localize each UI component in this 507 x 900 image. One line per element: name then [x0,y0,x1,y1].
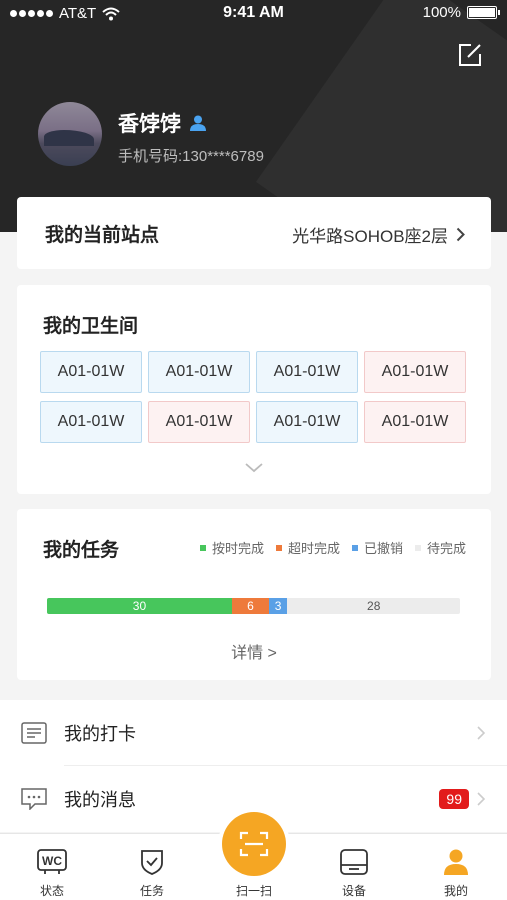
restroom-tag[interactable]: A01-01W [256,351,358,393]
tab-tasks[interactable]: 任务 [112,834,192,900]
scan-icon [239,831,269,857]
wc-icon: WC [37,848,67,876]
tab-status-label: 状态 [39,884,64,898]
legend-label: 待完成 [426,541,466,556]
chevron-right-icon [477,726,485,740]
legend-cancelled: 已撤销 [351,538,403,557]
legend-swatch [414,544,421,551]
restroom-tag[interactable]: A01-01W [148,401,250,443]
checkin-right [477,700,485,766]
task-progress-bar: 30 6 3 28 [47,598,460,614]
station-value-row: 光华路SOHOB座2层 [292,222,465,247]
tab-mine-label: 我的 [443,884,468,898]
svg-text:WC: WC [42,854,62,868]
legend-pending: 待完成 [414,538,466,557]
legend-swatch [351,544,358,551]
checkin-label: 我的打卡 [64,724,136,744]
legend-swatch [199,544,206,551]
chevron-right-icon [477,792,485,806]
user-name-row: 香饽饽 [118,108,207,138]
station-value: 光华路SOHOB座2层 [292,227,448,246]
tab-device[interactable]: 设备 [314,834,394,900]
battery-icon [467,6,500,19]
legend-label: 已撤销 [363,541,403,556]
restroom-card: 我的卫生间 A01-01W A01-01W A01-01W A01-01W A01-01… [17,285,491,494]
device-icon [339,848,369,876]
tasks-card: 我的任务 按时完成 超时完成 已撤销 待完成 30 6 3 28 详情 > [17,509,491,680]
station-title: 我的当前站点 [45,225,160,246]
tasks-legend: 按时完成 超时完成 已撤销 待完成 [199,538,466,557]
tasks-title: 我的任务 [43,540,120,561]
user-icon [441,848,471,876]
user-icon [190,115,206,131]
restroom-title: 我的卫生间 [43,316,139,337]
menu-item-checkin[interactable]: 我的打卡 [0,700,507,766]
legend-overtime: 超时完成 [275,538,340,557]
shield-check-icon [137,848,167,876]
user-name: 香饽饽 [118,113,181,136]
restroom-tag[interactable]: A01-01W [364,351,466,393]
legend-label: 按时完成 [211,541,264,556]
restroom-tag[interactable]: A01-01W [40,401,142,443]
checkin-icon [21,722,47,744]
tab-device-label: 设备 [341,884,366,898]
bar-segment-cancelled: 3 [268,598,288,614]
phone-number: 130****6789 [182,148,264,165]
edit-icon[interactable] [457,42,483,68]
status-right: 100% [422,4,500,21]
message-icon [21,788,47,810]
scan-label: 扫一扫 [235,884,272,898]
legend-swatch [275,544,282,551]
restroom-tags: A01-01W A01-01W A01-01W A01-01W A01-01W A01-0… [40,351,468,443]
status-bar: AT&T 9:41 AM 100% [0,0,507,28]
tab-status[interactable]: WC 状态 [12,834,92,900]
legend-label: 超时完成 [287,541,340,556]
phone-row: 手机号码:130****6789 [118,145,264,166]
chevron-right-icon [456,227,465,242]
avatar[interactable] [38,102,102,166]
restroom-tag[interactable]: A01-01W [40,351,142,393]
battery-text: 100% [422,4,461,21]
chevron-down-icon[interactable] [245,463,263,473]
restroom-tag[interactable]: A01-01W [148,351,250,393]
bar-segment-overtime: 6 [231,598,269,614]
tasks-detail-link[interactable]: 详情 > [17,639,491,663]
tab-tasks-label: 任务 [139,884,164,898]
restroom-tag[interactable]: A01-01W [364,401,466,443]
legend-ontime: 按时完成 [199,538,264,557]
phone-label: 手机号码: [118,148,183,165]
scan-button[interactable] [222,812,286,876]
bar-segment-pending: 28 [367,599,381,613]
current-station-card[interactable]: 我的当前站点 光华路SOHOB座2层 [17,197,491,269]
tab-mine[interactable]: 我的 [416,834,496,900]
messages-badge: 99 [439,789,469,809]
messages-right: 99 [439,766,485,832]
restroom-tag[interactable]: A01-01W [256,401,358,443]
messages-label: 我的消息 [64,790,136,810]
bar-segment-ontime: 30 [47,598,232,614]
